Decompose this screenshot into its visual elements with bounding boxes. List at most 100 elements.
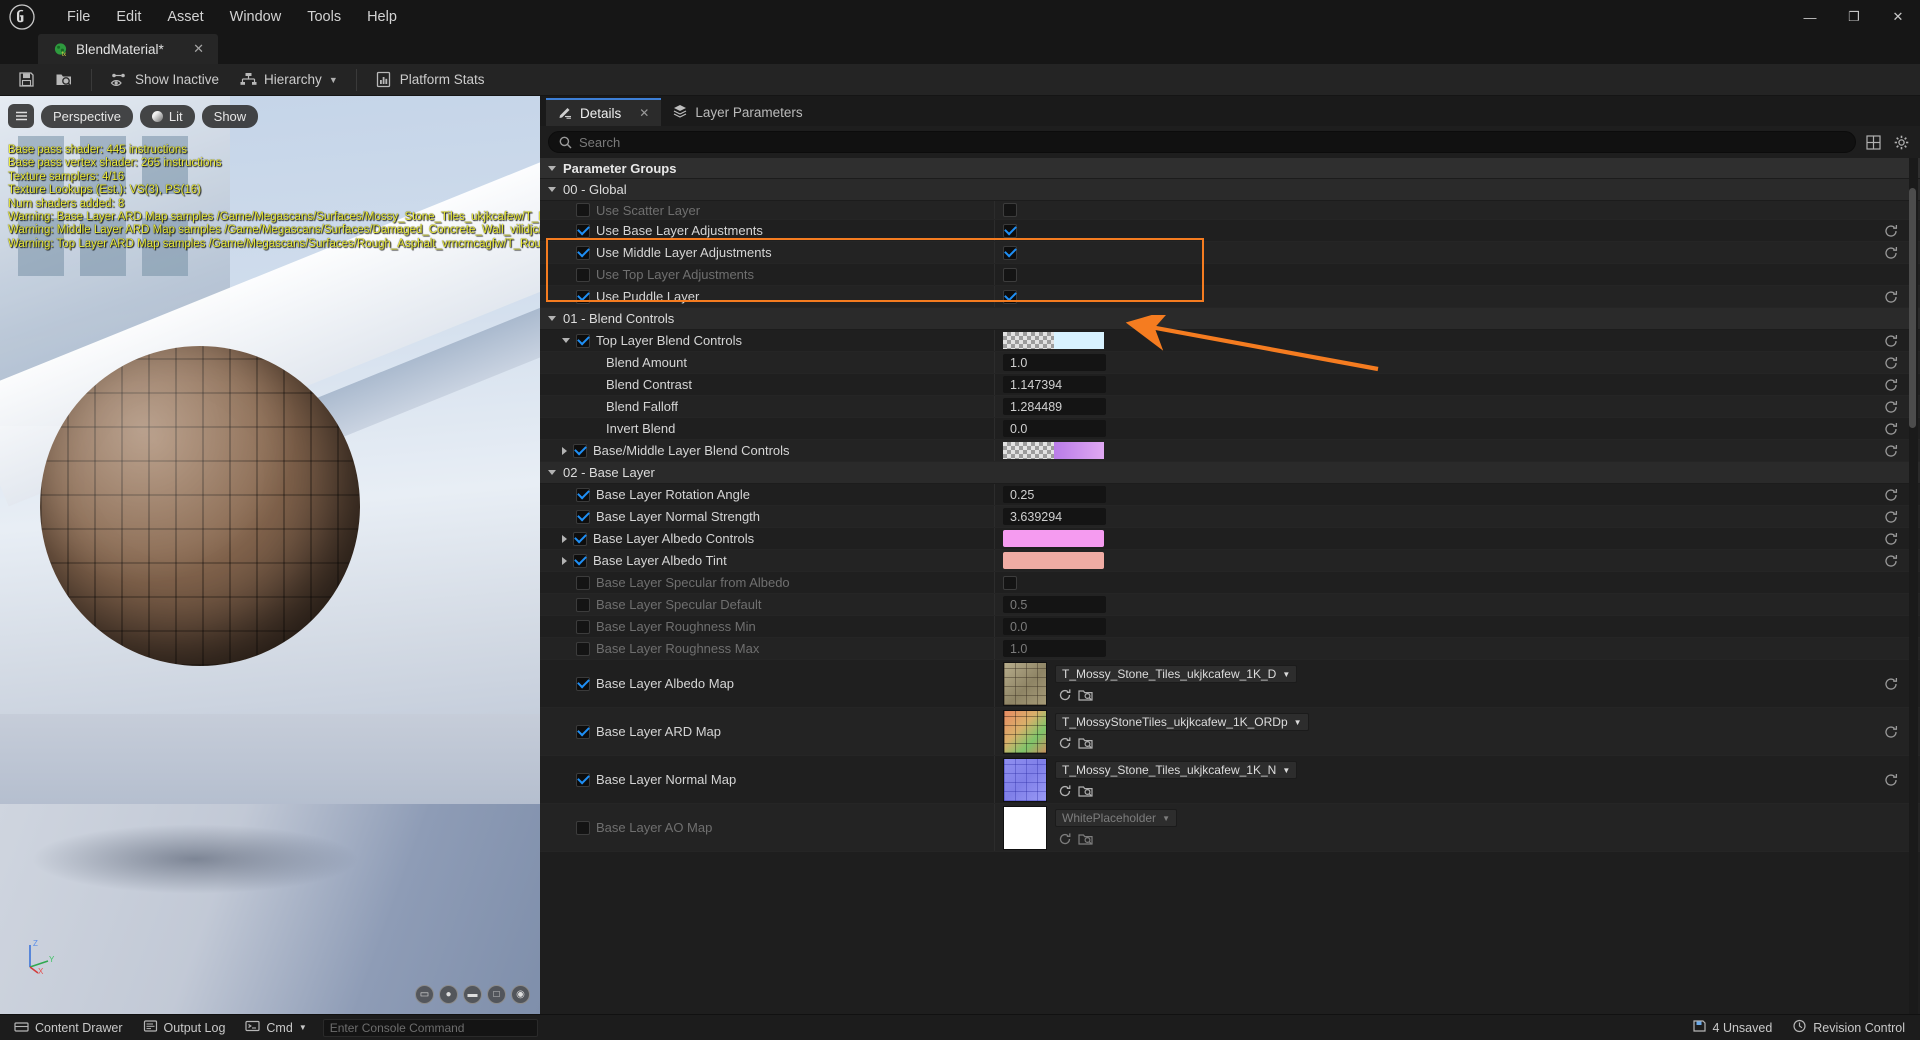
row-base-layer-specular-default[interactable]: Base Layer Specular Default 0.5	[540, 594, 1920, 616]
parameter-list[interactable]: Parameter Groups 00 - Global Use Scatter…	[540, 158, 1920, 1014]
browse-to-asset-button[interactable]	[46, 67, 82, 93]
close-icon[interactable]: ✕	[1876, 0, 1920, 34]
viewport-perspective-button[interactable]: Perspective	[41, 104, 133, 128]
reset-to-default-icon[interactable]	[1884, 677, 1898, 691]
minimize-icon[interactable]: —	[1788, 0, 1832, 34]
content-drawer-button[interactable]: Content Drawer	[6, 1016, 131, 1039]
viewport-menu-icon[interactable]	[8, 104, 34, 128]
enable-checkbox-top-layer-blend-controls[interactable]	[576, 333, 590, 348]
texture-select-base-layer-albedo-map[interactable]: T_Mossy_Stone_Tiles_ukjkcafew_1K_D ▼	[1055, 665, 1298, 683]
value-input-base-layer-roughness-max[interactable]: 1.0	[1003, 640, 1106, 657]
value-checkbox-use-base-layer-adjustments[interactable]	[1003, 223, 1017, 238]
browse-to-asset-icon[interactable]	[1078, 687, 1093, 702]
row-base-layer-normal-strength[interactable]: Base Layer Normal Strength 3.639294	[540, 506, 1920, 528]
enable-checkbox-base-layer-roughness-min[interactable]	[576, 619, 590, 634]
enable-checkbox-base-layer-roughness-max[interactable]	[576, 641, 590, 656]
chevron-down-icon[interactable]	[548, 316, 556, 321]
tab-details[interactable]: Details ✕	[546, 98, 662, 126]
value-input-base-layer-roughness-min[interactable]: 0.0	[1003, 618, 1106, 635]
maximize-icon[interactable]: ❐	[1832, 0, 1876, 34]
reset-to-default-icon[interactable]	[1884, 356, 1898, 370]
enable-checkbox-use-scatter-layer[interactable]	[576, 203, 590, 217]
use-selected-asset-icon[interactable]	[1057, 831, 1072, 846]
color-swatch-base-layer-albedo-tint[interactable]	[1003, 552, 1104, 569]
group-02-base-layer[interactable]: 02 - Base Layer	[540, 462, 1920, 484]
reset-to-default-icon[interactable]	[1884, 246, 1898, 260]
enable-checkbox-base-layer-albedo-controls[interactable]	[573, 531, 587, 546]
browse-to-asset-icon[interactable]	[1078, 735, 1093, 750]
show-inactive-button[interactable]: Show Inactive	[101, 67, 228, 93]
enable-checkbox-base-layer-rotation-angle[interactable]	[576, 487, 590, 502]
row-base-layer-albedo-controls[interactable]: Base Layer Albedo Controls	[540, 528, 1920, 550]
use-selected-asset-icon[interactable]	[1057, 783, 1072, 798]
preview-mesh-sphere[interactable]	[40, 346, 360, 666]
color-swatch-base-middle-layer-blend-controls[interactable]	[1003, 442, 1104, 459]
chevron-down-icon[interactable]	[548, 165, 556, 171]
enable-checkbox-base-layer-normal-map[interactable]	[576, 772, 590, 787]
menu-window[interactable]: Window	[217, 5, 295, 29]
save-button[interactable]	[8, 67, 44, 93]
value-checkbox-use-puddle-layer[interactable]	[1003, 289, 1017, 304]
enable-checkbox-base-layer-ard-map[interactable]	[576, 724, 590, 739]
preview-plane-icon[interactable]: ▬	[463, 985, 482, 1004]
document-tab-blendmaterial[interactable]: fx BlendMaterial* ✕	[38, 34, 218, 64]
value-input-invert-blend[interactable]: 0.0	[1003, 420, 1106, 437]
row-invert-blend[interactable]: Invert Blend 0.0	[540, 418, 1920, 440]
color-swatch-top-layer-blend-controls[interactable]	[1003, 332, 1104, 349]
reset-to-default-icon[interactable]	[1884, 773, 1898, 787]
tab-layer-parameters[interactable]: Layer Parameters	[661, 98, 814, 126]
row-base-layer-normal-map[interactable]: Base Layer Normal Map T_Mossy_Stone_Tile…	[540, 756, 1920, 804]
menu-asset[interactable]: Asset	[154, 5, 216, 29]
reset-to-default-icon[interactable]	[1884, 334, 1898, 348]
reset-to-default-icon[interactable]	[1884, 422, 1898, 436]
value-input-blend-amount[interactable]: 1.0	[1003, 354, 1106, 371]
row-use-scatter-layer[interactable]: Use Scatter Layer	[540, 201, 1920, 220]
tab-details-close-icon[interactable]: ✕	[639, 106, 649, 120]
browse-to-asset-icon[interactable]	[1078, 831, 1093, 846]
document-tab-close-icon[interactable]: ✕	[189, 41, 208, 57]
group-01-blend-controls[interactable]: 01 - Blend Controls	[540, 308, 1920, 330]
gear-icon[interactable]	[1890, 131, 1912, 153]
viewport-lit-button[interactable]: Lit	[139, 104, 195, 128]
category-parameter-groups[interactable]: Parameter Groups	[540, 158, 1920, 179]
texture-select-base-layer-normal-map[interactable]: T_Mossy_Stone_Tiles_ukjkcafew_1K_N ▼	[1055, 761, 1298, 779]
enable-checkbox-base-layer-normal-strength[interactable]	[576, 509, 590, 524]
reset-to-default-icon[interactable]	[1884, 444, 1898, 458]
chevron-down-icon[interactable]	[548, 470, 556, 475]
reset-to-default-icon[interactable]	[1884, 378, 1898, 392]
row-base-layer-rotation-angle[interactable]: Base Layer Rotation Angle 0.25	[540, 484, 1920, 506]
hierarchy-button[interactable]: Hierarchy ▼	[230, 67, 347, 93]
color-swatch-base-layer-albedo-controls[interactable]	[1003, 530, 1104, 547]
platform-stats-button[interactable]: Platform Stats	[366, 67, 494, 93]
texture-select-base-layer-ao-map[interactable]: WhitePlaceholder ▼	[1055, 809, 1177, 827]
material-preview-viewport[interactable]: Perspective Lit Show Base pass shader: 4…	[0, 96, 540, 1014]
reset-to-default-icon[interactable]	[1884, 290, 1898, 304]
viewport-show-button[interactable]: Show	[201, 104, 259, 128]
preview-custom-mesh-icon[interactable]: ◉	[511, 985, 530, 1004]
preview-cylinder-icon[interactable]: ▭	[415, 985, 434, 1004]
enable-checkbox-use-top-layer-adjustments[interactable]	[576, 267, 590, 282]
cmd-selector-button[interactable]: Cmd ▼	[237, 1016, 314, 1039]
row-base-layer-ao-map[interactable]: Base Layer AO Map WhitePlaceholder ▼	[540, 804, 1920, 852]
reset-to-default-icon[interactable]	[1884, 224, 1898, 238]
menu-tools[interactable]: Tools	[294, 5, 354, 29]
row-base-middle-layer-blend-controls[interactable]: Base/Middle Layer Blend Controls	[540, 440, 1920, 462]
row-base-layer-albedo-map[interactable]: Base Layer Albedo Map T_Mossy_Stone_Tile…	[540, 660, 1920, 708]
row-top-layer-blend-controls[interactable]: Top Layer Blend Controls	[540, 330, 1920, 352]
enable-checkbox-base-layer-specular-from-albedo[interactable]	[576, 575, 590, 590]
output-log-button[interactable]: Output Log	[135, 1016, 234, 1039]
console-command-input[interactable]: Enter Console Command	[322, 1018, 538, 1037]
reset-to-default-icon[interactable]	[1884, 510, 1898, 524]
enable-checkbox-base-layer-specular-default[interactable]	[576, 597, 590, 612]
row-base-layer-specular-from-albedo[interactable]: Base Layer Specular from Albedo	[540, 572, 1920, 594]
reset-to-default-icon[interactable]	[1884, 725, 1898, 739]
value-checkbox-use-scatter-layer[interactable]	[1003, 203, 1017, 217]
value-input-base-layer-normal-strength[interactable]: 3.639294	[1003, 508, 1106, 525]
row-base-layer-roughness-min[interactable]: Base Layer Roughness Min 0.0	[540, 616, 1920, 638]
enable-checkbox-base-middle-layer-blend-controls[interactable]	[573, 443, 587, 458]
menu-file[interactable]: File	[54, 5, 103, 29]
menu-edit[interactable]: Edit	[103, 5, 154, 29]
texture-thumbnail-base-layer-ard-map[interactable]	[1003, 709, 1047, 754]
row-blend-falloff[interactable]: Blend Falloff 1.284489	[540, 396, 1920, 418]
revision-control-button[interactable]: Revision Control	[1783, 1016, 1914, 1039]
